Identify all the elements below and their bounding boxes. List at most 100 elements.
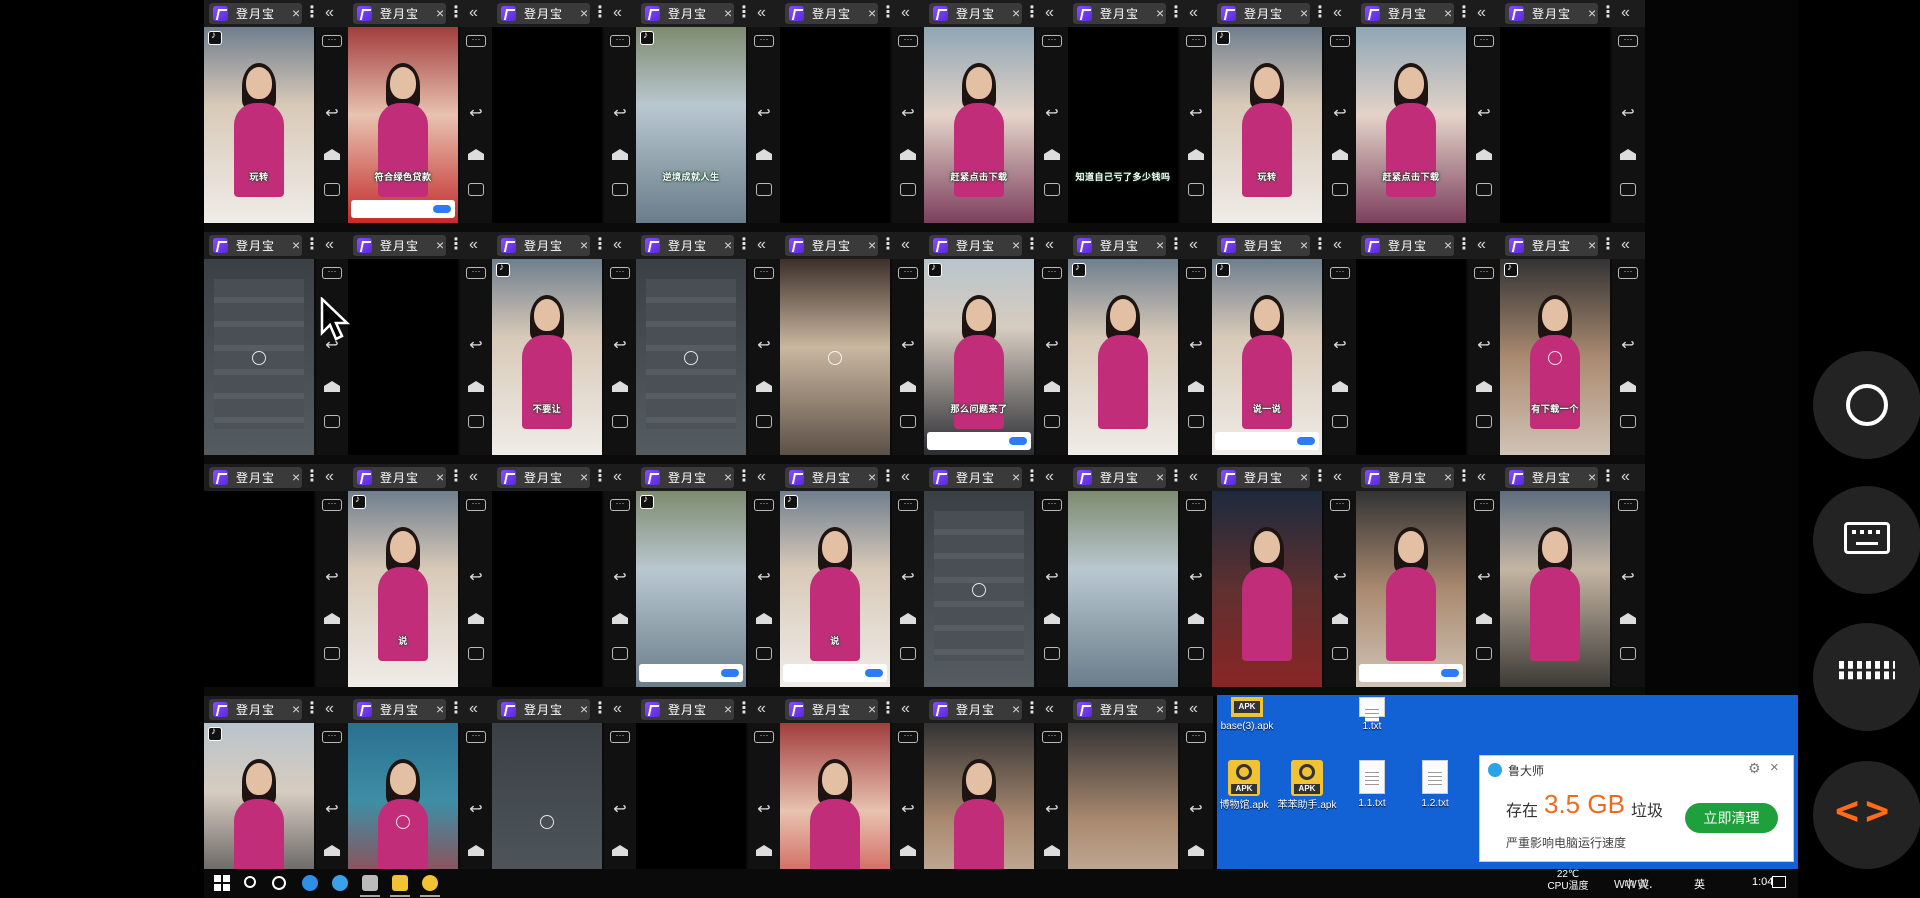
phone-mirror-window[interactable]: 登月宝 × ⋮ « 玩转 ··· ↩ xyxy=(204,0,349,232)
ludashi-taskbar-icon[interactable] xyxy=(422,875,438,891)
back-button[interactable]: ↩ xyxy=(610,338,630,357)
desktop-file[interactable]: APK base(3).apk xyxy=(1212,697,1282,733)
recent-apps-icon[interactable] xyxy=(468,415,484,428)
home-icon[interactable] xyxy=(322,843,342,859)
download-ad-bar[interactable] xyxy=(639,664,743,682)
chevron-double-left-icon[interactable]: « xyxy=(757,699,766,719)
back-button[interactable]: ↩ xyxy=(1042,338,1062,357)
phone-screen[interactable] xyxy=(1356,491,1466,687)
window-titlebar[interactable]: 登月宝 × ⋮ « xyxy=(204,464,349,491)
phone-screen[interactable]: 玩转 xyxy=(204,27,314,223)
back-button[interactable]: ↩ xyxy=(898,802,918,821)
more-button[interactable]: ··· xyxy=(610,35,630,47)
app-tab[interactable]: 登月宝 × xyxy=(929,699,1022,720)
app-tab[interactable]: 登月宝 × xyxy=(929,467,1022,488)
more-button[interactable]: ··· xyxy=(610,499,630,511)
chevron-double-left-icon[interactable]: « xyxy=(901,699,910,719)
chevron-double-left-icon[interactable]: « xyxy=(1045,699,1054,719)
phone-mirror-window[interactable]: 登月宝 × ⋮ « 赶紧点击下载 ··· ↩ xyxy=(924,0,1069,232)
chevron-double-left-icon[interactable]: « xyxy=(901,3,910,23)
app-tab[interactable]: 登月宝 × xyxy=(1505,235,1598,256)
back-button[interactable]: ↩ xyxy=(1474,570,1494,589)
phone-mirror-window[interactable]: 登月宝 × ⋮ « 赶紧点击下载 ··· ↩ xyxy=(1356,0,1501,232)
window-titlebar[interactable]: 登月宝 × ⋮ « xyxy=(1212,232,1357,259)
app-tab[interactable]: 登月宝 × xyxy=(1505,3,1598,24)
recent-apps-icon[interactable] xyxy=(324,183,340,196)
close-icon[interactable]: × xyxy=(1770,759,1779,776)
more-button[interactable]: ··· xyxy=(1186,499,1206,511)
window-titlebar[interactable]: 登月宝 × ⋮ « xyxy=(204,232,349,259)
home-icon[interactable] xyxy=(754,379,774,395)
recent-apps-icon[interactable] xyxy=(1476,183,1492,196)
home-icon[interactable] xyxy=(754,611,774,627)
back-button[interactable]: ↩ xyxy=(322,802,342,821)
phone-mirror-window[interactable]: 登月宝 × ⋮ « 逆境成就人生 ··· ↩ xyxy=(636,0,781,232)
recent-apps-icon[interactable] xyxy=(612,647,628,660)
app-tab[interactable]: 登月宝 × xyxy=(1217,3,1310,24)
taskbar-clock[interactable]: 1:04 xyxy=(1752,876,1773,888)
phone-mirror-window[interactable]: 登月宝 × ⋮ « ··· ↩ xyxy=(636,232,781,464)
back-button[interactable]: ↩ xyxy=(1330,106,1350,125)
menu-icon[interactable]: ⋮ xyxy=(1600,467,1616,488)
more-button[interactable]: ··· xyxy=(754,35,774,47)
more-button[interactable]: ··· xyxy=(1618,267,1638,279)
window-titlebar[interactable]: 登月宝 × ⋮ « xyxy=(636,0,781,27)
menu-icon[interactable]: ⋮ xyxy=(736,467,752,488)
chevron-double-left-icon[interactable]: « xyxy=(1477,3,1486,23)
window-titlebar[interactable]: 登月宝 × ⋮ « xyxy=(348,232,493,259)
menu-icon[interactable]: ⋮ xyxy=(1024,235,1040,256)
more-button[interactable]: ··· xyxy=(322,35,342,47)
window-titlebar[interactable]: 登月宝 × ⋮ « xyxy=(1356,232,1501,259)
window-titlebar[interactable]: 登月宝 × ⋮ « xyxy=(636,232,781,259)
more-button[interactable]: ··· xyxy=(610,731,630,743)
more-button[interactable]: ··· xyxy=(898,499,918,511)
app-tab[interactable]: 登月宝 × xyxy=(785,235,878,256)
menu-icon[interactable]: ⋮ xyxy=(448,3,464,24)
more-button[interactable]: ··· xyxy=(1474,35,1494,47)
home-icon[interactable] xyxy=(466,843,486,859)
menu-icon[interactable]: ⋮ xyxy=(592,3,608,24)
home-icon[interactable] xyxy=(1330,379,1350,395)
back-button[interactable]: ↩ xyxy=(754,106,774,125)
home-icon[interactable] xyxy=(610,379,630,395)
close-icon[interactable]: × xyxy=(580,469,588,486)
menu-icon[interactable]: ⋮ xyxy=(592,235,608,256)
more-button[interactable]: ··· xyxy=(1042,35,1062,47)
recent-apps-icon[interactable] xyxy=(1332,415,1348,428)
recent-apps-icon[interactable] xyxy=(1476,415,1492,428)
home-icon[interactable] xyxy=(898,611,918,627)
phone-screen[interactable]: 说 xyxy=(348,491,458,687)
home-icon[interactable] xyxy=(1042,379,1062,395)
chevron-double-left-icon[interactable]: « xyxy=(469,467,478,487)
home-icon[interactable] xyxy=(898,843,918,859)
chevron-double-left-icon[interactable]: « xyxy=(901,235,910,255)
home-icon[interactable] xyxy=(1042,611,1062,627)
recent-apps-icon[interactable] xyxy=(1620,647,1636,660)
chevron-double-left-icon[interactable]: « xyxy=(469,3,478,23)
window-titlebar[interactable]: 登月宝 × ⋮ « xyxy=(924,464,1069,491)
close-icon[interactable]: × xyxy=(292,237,300,254)
home-icon[interactable] xyxy=(754,147,774,163)
phone-mirror-window[interactable]: 登月宝 × ⋮ « ··· ↩ xyxy=(1500,0,1645,232)
recent-apps-icon[interactable] xyxy=(1332,183,1348,196)
phone-mirror-window[interactable]: 登月宝 × ⋮ « ··· ↩ xyxy=(1068,232,1213,464)
home-icon[interactable] xyxy=(1042,843,1062,859)
desktop-file[interactable]: APK 苯苯助手.apk xyxy=(1272,760,1342,812)
download-ad-bar[interactable] xyxy=(1359,664,1463,682)
more-button[interactable]: ··· xyxy=(898,35,918,47)
close-icon[interactable]: × xyxy=(1444,237,1452,254)
window-titlebar[interactable]: 登月宝 × ⋮ « xyxy=(492,0,637,27)
phone-mirror-window[interactable]: 登月宝 × ⋮ « ··· ↩ xyxy=(492,464,637,696)
phone-mirror-window[interactable]: 登月宝 × ⋮ « ··· ↩ xyxy=(636,696,781,898)
more-button[interactable]: ··· xyxy=(754,731,774,743)
more-button[interactable]: ··· xyxy=(898,731,918,743)
close-icon[interactable]: × xyxy=(868,237,876,254)
app-tab[interactable]: 登月宝 × xyxy=(353,467,446,488)
app-tab[interactable]: 登月宝 × xyxy=(209,699,302,720)
chevron-double-left-icon[interactable]: « xyxy=(757,3,766,23)
home-icon[interactable] xyxy=(322,147,342,163)
window-titlebar[interactable]: 登月宝 × ⋮ « xyxy=(1068,464,1213,491)
home-icon[interactable] xyxy=(1618,611,1638,627)
menu-icon[interactable]: ⋮ xyxy=(304,235,320,256)
chevron-double-left-icon[interactable]: « xyxy=(325,467,334,487)
